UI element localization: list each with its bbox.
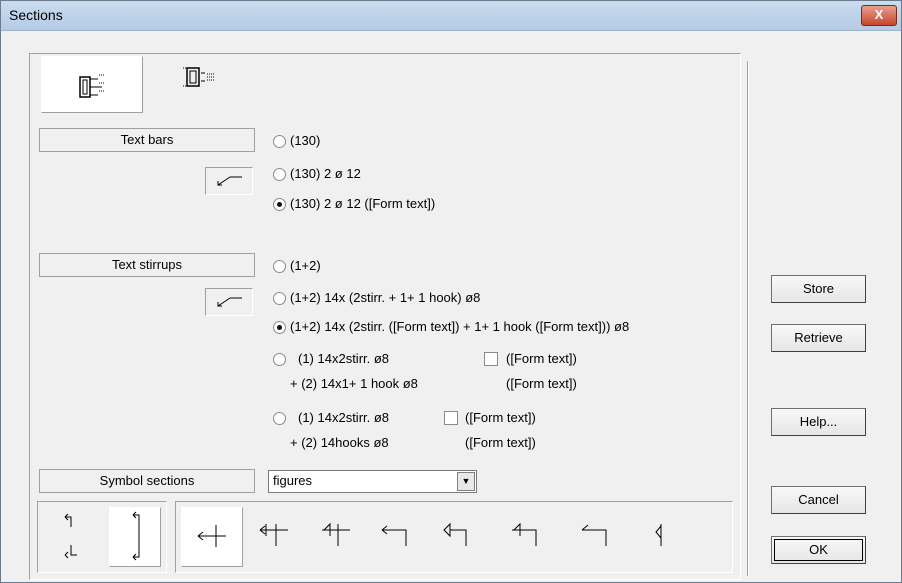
bars-option-3-label: (130) 2 ø 12 ([Form text]): [290, 196, 436, 211]
retrieve-button[interactable]: Retrieve: [771, 324, 866, 352]
symbol-sections-select[interactable]: figures ▼: [268, 470, 477, 493]
leader-arrow-icon: [217, 176, 242, 186]
stirrups-option-5-form1: ([Form text]): [465, 410, 536, 425]
section-symbol-1-button[interactable]: [181, 507, 243, 567]
section-symbol-1-icon: [197, 525, 226, 547]
stirrups-option-3-radio[interactable]: [273, 321, 286, 334]
symbol-sections-value: figures: [273, 473, 313, 488]
stirrups-leader-button[interactable]: [205, 288, 253, 316]
stirrups-option-5-radio[interactable]: [273, 412, 286, 425]
text-bars-label: Text bars: [39, 128, 255, 152]
help-button[interactable]: Help...: [771, 408, 866, 436]
arrow-bracket-button[interactable]: [109, 507, 161, 567]
section-symbol-4-icon[interactable]: [376, 520, 416, 550]
stirrups-option-4-form1: ([Form text]): [506, 351, 577, 366]
close-icon: X: [874, 7, 884, 22]
bars-leader-button[interactable]: [205, 167, 253, 195]
title-bar: Sections X: [1, 1, 901, 31]
section-arrows-bracket-icon: [132, 511, 140, 561]
stirrups-option-5-line1: (1) 14x2stirr. ø8: [298, 410, 390, 425]
section-with-bars-icon: [79, 74, 105, 98]
section-symbol-7-icon[interactable]: [576, 520, 616, 550]
bars-option-1-label: (130): [290, 133, 321, 148]
section-symbol-3-icon[interactable]: [316, 520, 356, 550]
stirrups-option-4-line1: (1) 14x2stirr. ø8: [298, 351, 390, 366]
section-arrows-vertical-icon[interactable]: [51, 511, 91, 561]
stirrups-option-4-radio[interactable]: [273, 353, 286, 366]
section-symbol-8-icon[interactable]: [641, 520, 681, 550]
section-symbol-5-icon[interactable]: [436, 520, 476, 550]
view-stirrups-button[interactable]: [171, 63, 241, 93]
stirrups-option-4-checkbox[interactable]: [484, 352, 498, 366]
stirrups-option-2-label: (1+2) 14x (2stirr. + 1+ 1 hook) ø8: [290, 290, 481, 305]
ok-button[interactable]: OK: [771, 536, 866, 564]
stirrups-option-1-label: (1+2): [290, 258, 321, 273]
stirrups-option-1-radio[interactable]: [273, 260, 286, 273]
stirrups-option-5-checkbox[interactable]: [444, 411, 458, 425]
stirrups-option-5-line2: + (2) 14hooks ø8: [290, 435, 389, 450]
bars-option-2-radio[interactable]: [273, 168, 286, 181]
bars-option-2-label: (130) 2 ø 12: [290, 166, 361, 181]
bars-option-3-radio[interactable]: [273, 198, 286, 211]
chevron-down-icon[interactable]: ▼: [457, 472, 475, 491]
symbol-sections-label: Symbol sections: [39, 469, 255, 493]
stirrups-option-3-label: (1+2) 14x (2stirr. ([Form text]) + 1+ 1 …: [290, 319, 630, 334]
section-symbol-2-icon[interactable]: [254, 520, 294, 550]
close-button[interactable]: X: [861, 5, 897, 26]
stirrups-option-4-form2: ([Form text]): [506, 376, 577, 391]
section-symbol-6-icon[interactable]: [506, 520, 546, 550]
window-title: Sections: [9, 7, 63, 23]
stirrups-option-2-radio[interactable]: [273, 292, 286, 305]
sections-dialog: Sections X Text bars (130) (130) 2 ø 12 …: [0, 0, 902, 583]
view-bars-button[interactable]: [41, 56, 143, 113]
leader-arrow-icon: [217, 297, 242, 307]
bars-option-1-radio[interactable]: [273, 135, 286, 148]
section-with-stirrups-icon: [183, 67, 215, 87]
text-stirrups-label: Text stirrups: [39, 253, 255, 277]
stirrups-option-4-line2: + (2) 14x1+ 1 hook ø8: [290, 376, 418, 391]
cancel-button[interactable]: Cancel: [771, 486, 866, 514]
stirrups-option-5-form2: ([Form text]): [465, 435, 536, 450]
store-button[interactable]: Store: [771, 275, 866, 303]
divider: [747, 61, 749, 576]
